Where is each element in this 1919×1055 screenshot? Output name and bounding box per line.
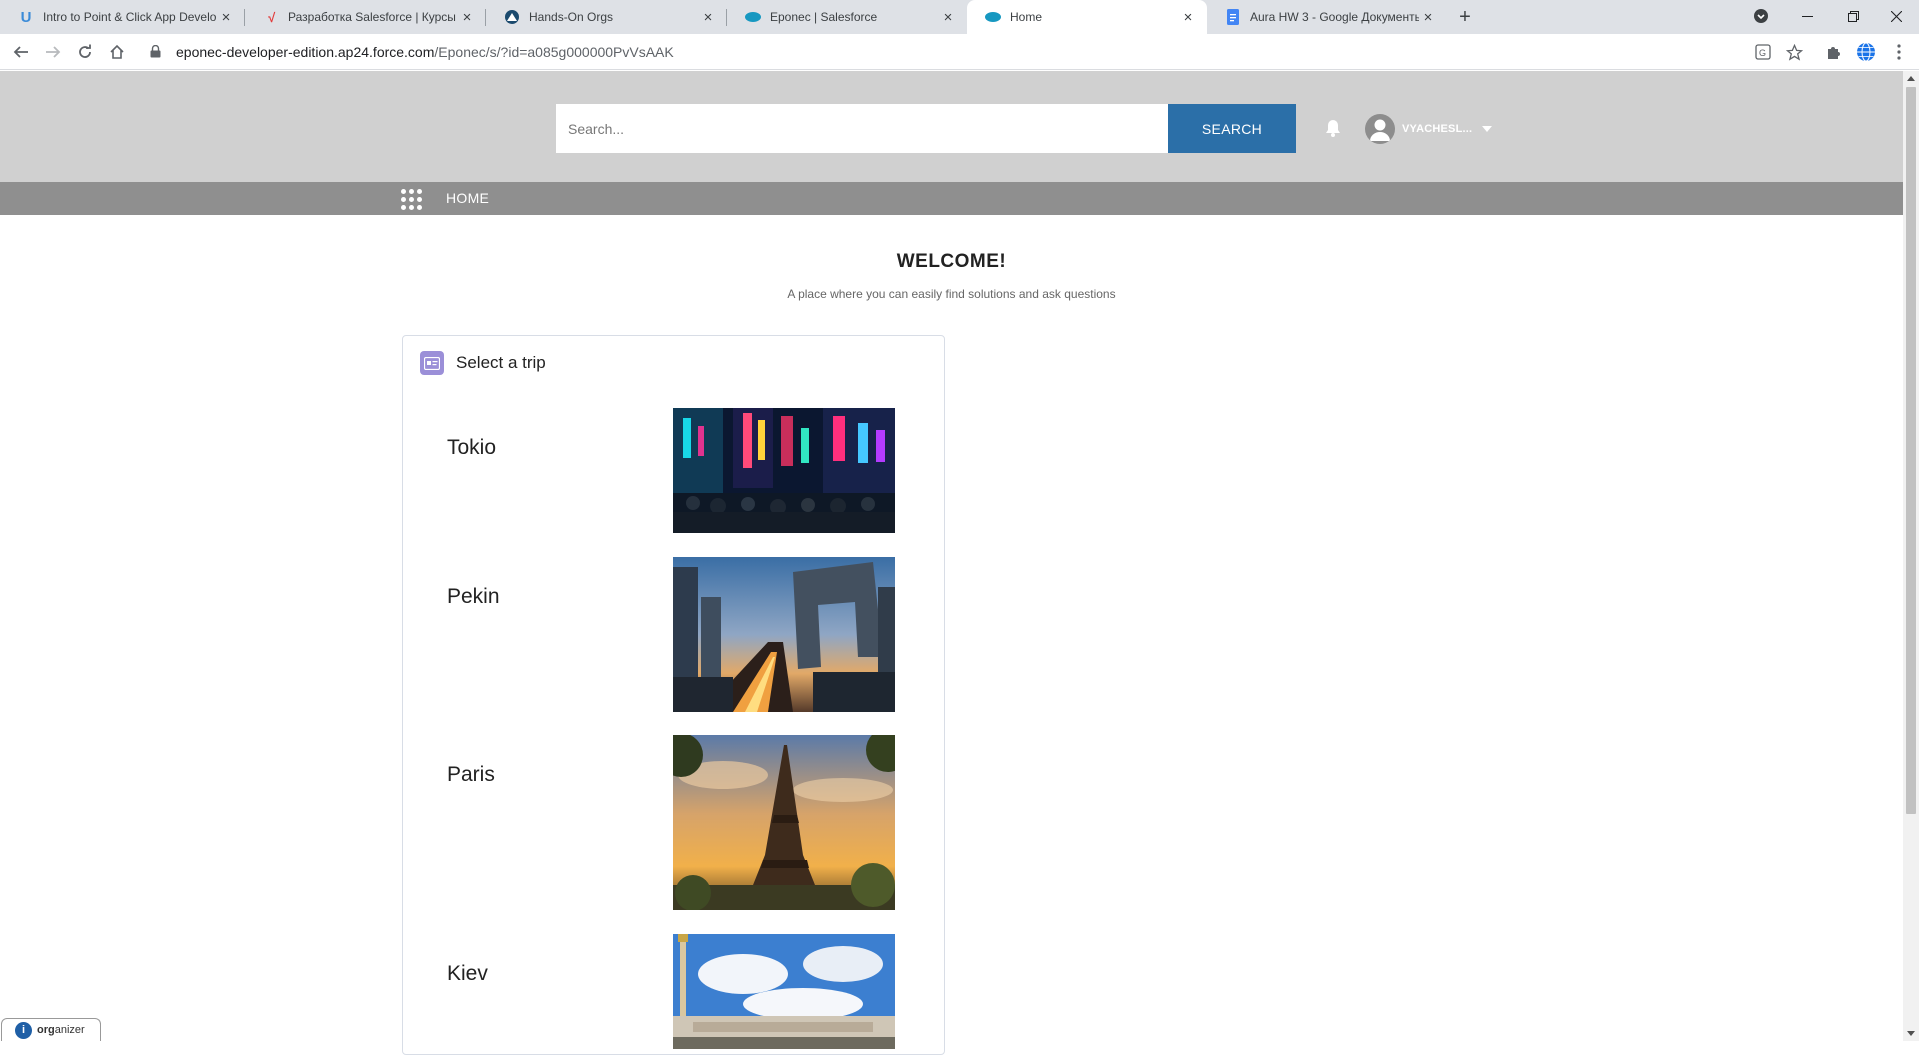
- scroll-up-arrow-icon[interactable]: [1907, 76, 1915, 81]
- browser-tab-active[interactable]: Home ×: [967, 0, 1207, 34]
- trip-image-kiev[interactable]: [673, 934, 895, 1049]
- search-button[interactable]: SEARCH: [1168, 104, 1296, 153]
- back-arrow-icon[interactable]: [8, 39, 34, 65]
- browser-tab[interactable]: Aura HW 3 - Google Документы ×: [1207, 0, 1447, 34]
- trip-name[interactable]: Paris: [447, 763, 495, 787]
- salesforce-cloud-icon: [745, 9, 761, 25]
- close-tab-icon[interactable]: ×: [939, 8, 957, 26]
- new-tab-button[interactable]: +: [1453, 6, 1477, 28]
- close-tab-icon[interactable]: ×: [217, 8, 235, 26]
- page-title: WELCOME!: [896, 251, 1007, 272]
- card-title: Select a trip: [456, 353, 546, 372]
- organizer-label-rest: anizer: [54, 1024, 85, 1036]
- browser-tab[interactable]: Hands-On Orgs ×: [486, 0, 727, 34]
- trip-image-tokio[interactable]: [673, 408, 895, 533]
- contact-card-icon: [420, 351, 444, 375]
- app-launcher-grid-icon[interactable]: [401, 189, 423, 210]
- google-docs-icon: [1225, 9, 1241, 25]
- community-nav-bar: HOME: [0, 182, 1903, 215]
- reload-icon[interactable]: [72, 39, 98, 65]
- udemy-u-icon: U: [20, 8, 32, 26]
- trip-image-pekin[interactable]: [673, 557, 895, 712]
- browser-tab[interactable]: U Intro to Point & Click App Develo ×: [0, 0, 245, 34]
- browser-toolbar: eponec-developer-edition.ap24.force.com /…: [0, 34, 1919, 70]
- translate-icon[interactable]: G: [1752, 41, 1774, 63]
- close-tab-icon[interactable]: ×: [699, 8, 717, 26]
- forward-arrow-icon[interactable]: [40, 39, 66, 65]
- close-tab-icon[interactable]: ×: [1419, 8, 1437, 26]
- svg-text:G: G: [1759, 48, 1766, 58]
- browser-tab[interactable]: √ Разработка Salesforce | Курсы и ×: [245, 0, 486, 34]
- minimize-window-icon[interactable]: [1784, 0, 1830, 32]
- browser-menu-icon[interactable]: [1888, 41, 1910, 63]
- nav-item-home[interactable]: HOME: [446, 190, 489, 206]
- address-bar[interactable]: eponec-developer-edition.ap24.force.com /…: [140, 38, 1780, 66]
- user-profile-menu[interactable]: VYACHESL...: [1365, 113, 1493, 145]
- lock-icon[interactable]: [150, 44, 164, 59]
- avatar: [1365, 114, 1395, 144]
- extensions-puzzle-icon[interactable]: [1822, 41, 1844, 63]
- trip-image-paris[interactable]: [673, 735, 895, 910]
- close-tab-icon[interactable]: ×: [1179, 8, 1197, 26]
- tab-title: Intro to Point & Click App Develo: [43, 10, 217, 24]
- close-tab-icon[interactable]: ×: [458, 8, 476, 26]
- browser-tab-strip: U Intro to Point & Click App Develo × √ …: [0, 0, 1919, 34]
- scroll-down-arrow-icon[interactable]: [1907, 1031, 1915, 1036]
- tab-title: Hands-On Orgs: [529, 10, 614, 24]
- trip-name[interactable]: Kiev: [447, 962, 488, 986]
- url-host: eponec-developer-edition.ap24.force.com: [176, 44, 435, 60]
- url-path: /Eponec/s/?id=a085g000000PvVsAAK: [434, 44, 674, 60]
- profile-globe-icon[interactable]: [1855, 41, 1877, 63]
- course-logo-icon: √: [267, 9, 275, 25]
- chevron-down-icon: [1482, 126, 1493, 132]
- organizer-label-bold: org: [37, 1024, 55, 1036]
- home-icon[interactable]: [104, 39, 130, 65]
- browser-tab[interactable]: Eponec | Salesforce ×: [727, 0, 967, 34]
- select-trip-card: Select a trip Tokio Pekin Paris Kiev: [402, 335, 945, 1055]
- trip-name[interactable]: Pekin: [447, 585, 500, 609]
- organizer-logo-icon: i: [15, 1021, 32, 1039]
- tab-title: Home: [1010, 10, 1043, 24]
- page-subtitle: A place where you can easily find soluti…: [787, 287, 1116, 301]
- tab-title: Aura HW 3 - Google Документы: [1250, 10, 1419, 24]
- trip-name[interactable]: Tokio: [447, 436, 496, 460]
- tab-search-icon[interactable]: [1738, 0, 1784, 32]
- restore-window-icon[interactable]: [1830, 0, 1876, 32]
- bookmark-star-icon[interactable]: [1783, 41, 1805, 63]
- search-input[interactable]: [556, 104, 1168, 153]
- page-scrollbar[interactable]: [1903, 71, 1919, 1041]
- close-window-icon[interactable]: [1873, 0, 1919, 32]
- organizer-extension-button[interactable]: i org anizer: [1, 1018, 101, 1041]
- trailhead-icon: [504, 9, 520, 25]
- notifications-bell-icon[interactable]: [1323, 118, 1343, 138]
- tab-title: Eponec | Salesforce: [770, 10, 878, 24]
- scrollbar-thumb[interactable]: [1906, 87, 1916, 814]
- salesforce-cloud-icon: [985, 9, 1001, 25]
- community-header: SEARCH VYACHESL...: [0, 71, 1903, 182]
- tab-title: Разработка Salesforce | Курсы и: [288, 10, 458, 24]
- username-label: VYACHESL...: [1402, 123, 1473, 135]
- card-header: Select a trip: [420, 351, 546, 375]
